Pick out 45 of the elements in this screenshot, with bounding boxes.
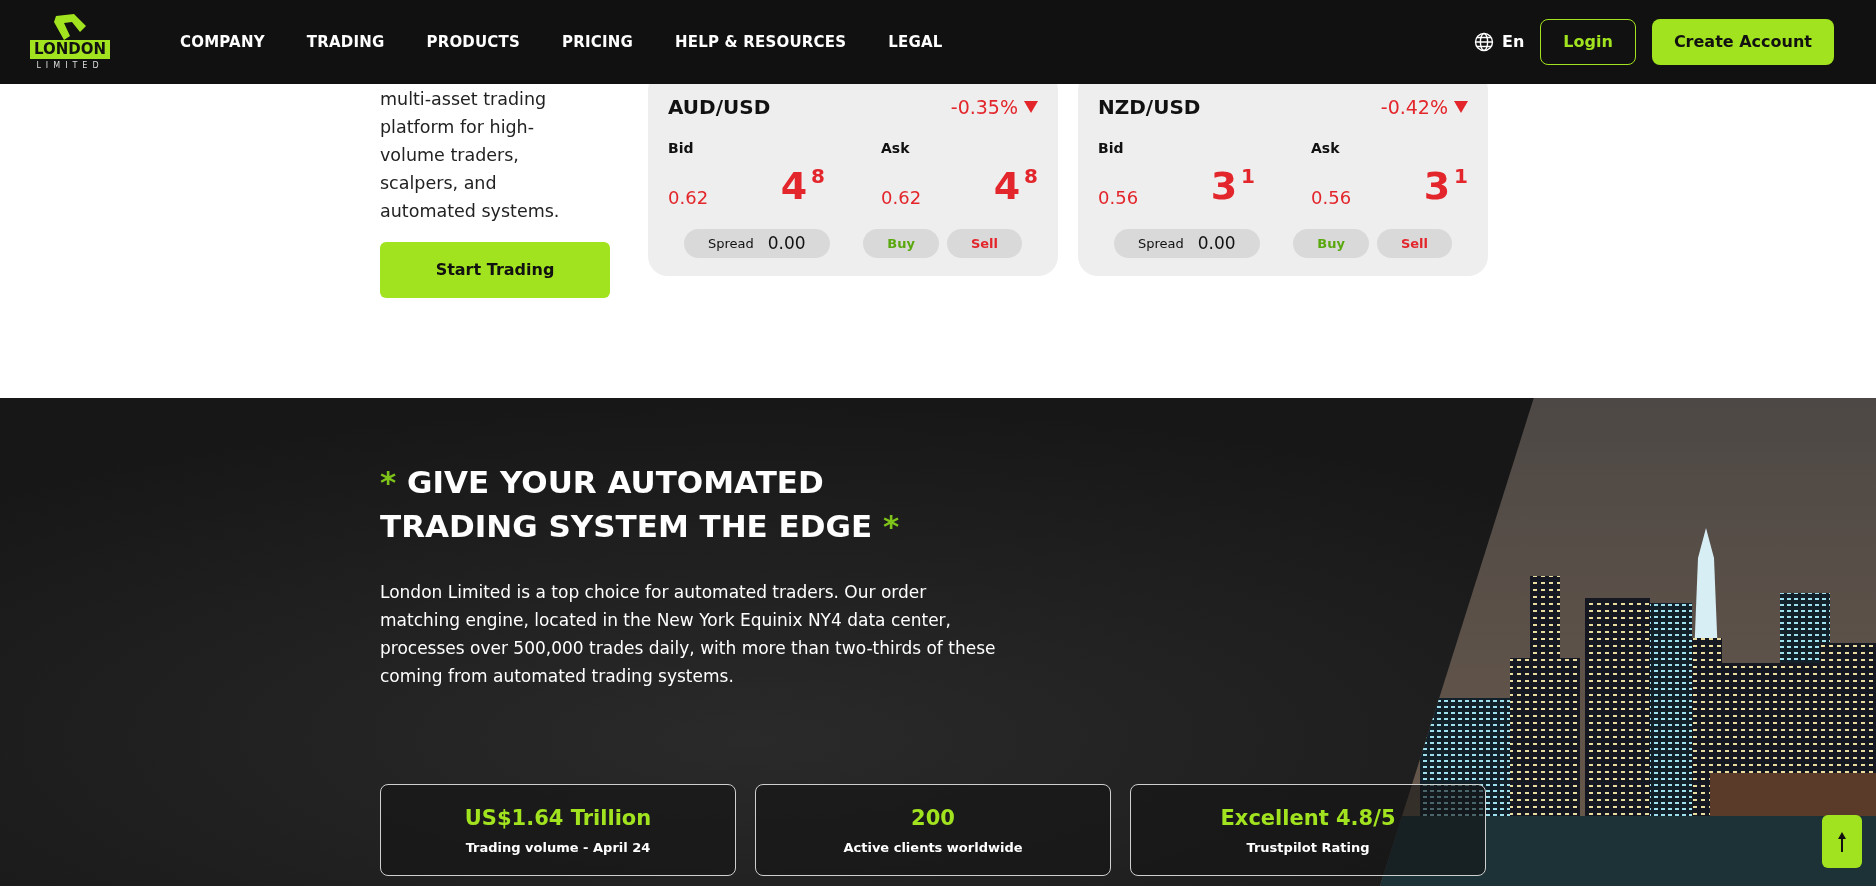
price-value: 0.62	[668, 185, 709, 210]
create-account-button[interactable]: Create Account	[1651, 19, 1834, 65]
stat-value: Excellent 4.8/5	[1220, 804, 1396, 832]
change-percent: -0.42%	[1380, 94, 1448, 120]
nav-link[interactable]: PRODUCTS	[426, 30, 520, 54]
price-label: Ask	[1311, 139, 1341, 158]
spread-label: Spread	[708, 234, 754, 253]
login-button[interactable]: Login	[1540, 19, 1636, 65]
intro-text: multi-asset trading platform for high-volume traders, scalpers, and automated systems.	[380, 88, 561, 223]
nav-link[interactable]: COMPANY	[180, 30, 265, 54]
stat-value: US$1.64 Trillion	[464, 804, 652, 832]
change-percent: -0.35%	[950, 94, 1018, 120]
language-selector[interactable]: En	[1502, 30, 1525, 54]
scroll-to-top-button[interactable]	[1822, 815, 1862, 868]
price-label: Bid	[668, 139, 695, 158]
nav-link[interactable]: PRICING	[562, 30, 633, 54]
logo-tagline: LIMITED	[36, 60, 104, 71]
price-label: Ask	[881, 139, 911, 158]
stat-label: Trading volume - April 24	[465, 839, 651, 857]
section-paragraph: London Limited is a top choice for automated traders. Our order matching engine, located in the New York Equinix NY4 data center, processes over 500,000 trades daily, with more than two-thirds of these coming from automated trading systems.	[380, 581, 997, 688]
pips-value: 4$^{8}$	[993, 163, 1038, 210]
nav-link[interactable]: HELP & RESOURCES	[675, 30, 847, 54]
nav-link[interactable]: LEGAL	[888, 30, 943, 54]
price-label: Bid	[1098, 139, 1125, 158]
nav-link[interactable]: TRADING	[306, 30, 385, 54]
spread-value: 0.00	[767, 231, 806, 255]
logo-icon	[52, 13, 88, 40]
currency-pair: NZD/USD	[1098, 94, 1201, 121]
start-trading-button[interactable]: Start Trading	[380, 242, 610, 298]
price-value: 0.56	[1098, 185, 1139, 210]
arrow-up-icon	[1837, 830, 1847, 853]
stat-label: Trustpilot Rating	[1246, 839, 1370, 857]
pips-value: 4$^{8}$	[780, 163, 825, 210]
stat-value: 200	[911, 804, 955, 832]
section-heading: * GIVE YOUR AUTOMATED TRADING SYSTEM THE EDGE *	[380, 463, 901, 546]
globe-icon[interactable]	[1474, 32, 1495, 52]
currency-pair: AUD/USD	[668, 94, 771, 121]
pips-value: 3$^{1}$	[1423, 163, 1468, 210]
spread-value: 0.00	[1197, 231, 1236, 255]
price-value: 0.62	[881, 185, 922, 210]
price-value: 0.56	[1311, 185, 1352, 210]
logo-wordmark: LONDON	[29, 39, 111, 59]
spread-label: Spread	[1138, 234, 1184, 253]
stat-label: Active clients worldwide	[843, 839, 1023, 857]
pips-value: 3$^{1}$	[1210, 163, 1255, 210]
